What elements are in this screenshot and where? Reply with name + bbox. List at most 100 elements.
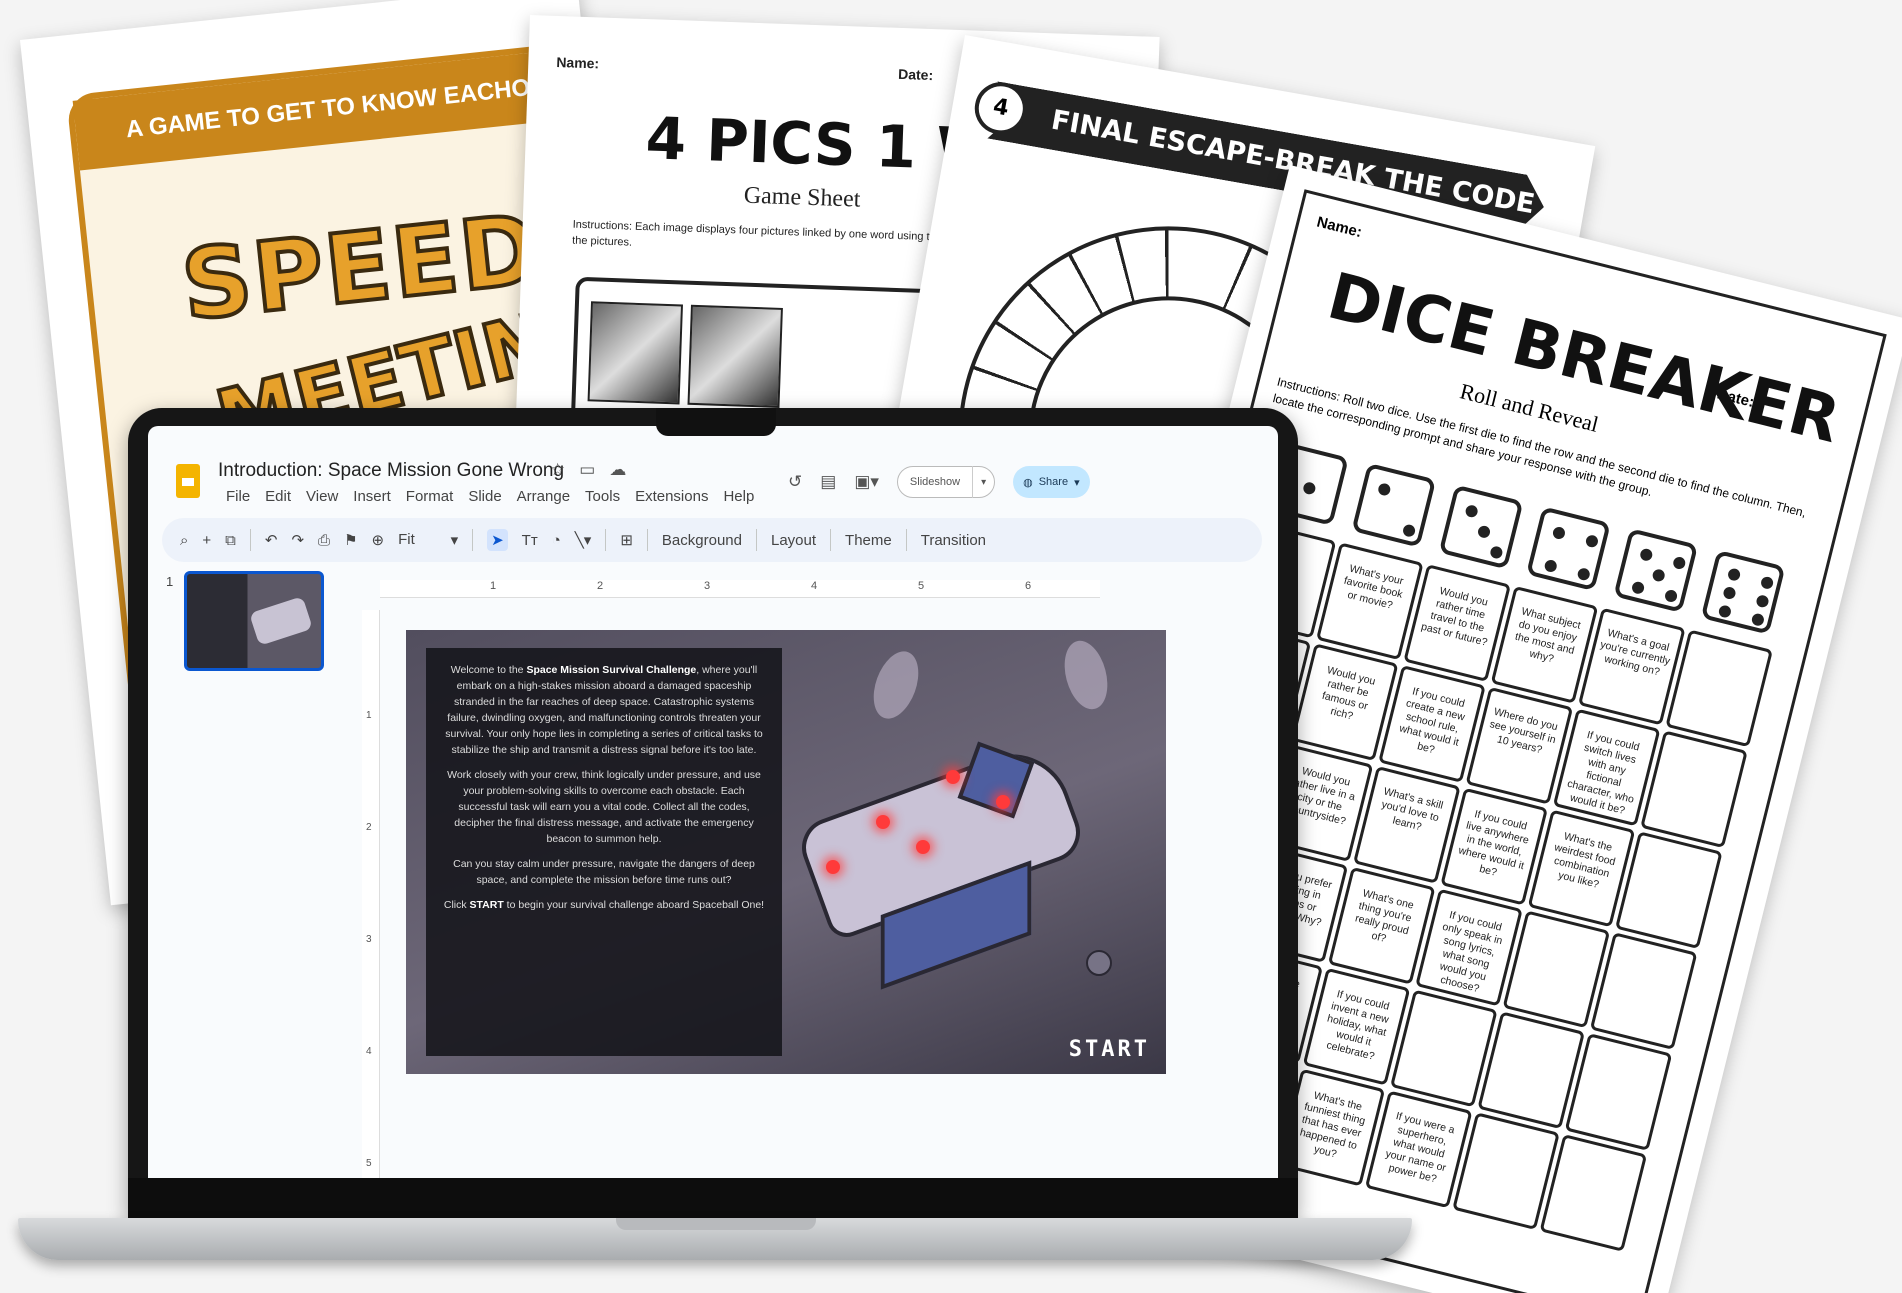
zoom-value: Fit xyxy=(398,531,415,548)
slideshow-label: Slideshow xyxy=(898,466,974,498)
share-label: Share xyxy=(1038,476,1069,488)
slide[interactable]: Welcome to the Space Mission Survival Ch… xyxy=(406,630,1166,1074)
text-box-icon[interactable]: Tт xyxy=(522,532,538,549)
die-pip xyxy=(1401,523,1417,538)
history-icon[interactable]: ↺ xyxy=(788,472,802,492)
die-pip xyxy=(1750,612,1766,627)
horizontal-ruler[interactable]: 1 2 3 4 5 6 xyxy=(380,580,1100,598)
thumbnail-number: 1 xyxy=(166,574,174,589)
redo-icon[interactable]: ↷ xyxy=(291,531,304,549)
transition-button[interactable]: Transition xyxy=(921,532,986,549)
zoom-select[interactable]: Fit ▾ xyxy=(398,531,458,549)
toolbar-divider xyxy=(755,529,757,551)
slideshow-button[interactable]: Slideshow ▾ xyxy=(896,466,996,498)
new-slide-layout-icon[interactable]: ⧉ xyxy=(225,532,236,549)
ruler-tick-label: 4 xyxy=(811,580,818,592)
menu-view[interactable]: View xyxy=(306,488,338,505)
ruler-tick-label: 1 xyxy=(366,710,372,721)
menu-extensions[interactable]: Extensions xyxy=(635,488,708,505)
background-button[interactable]: Background xyxy=(662,532,742,549)
warning-light xyxy=(916,840,930,854)
die-pip xyxy=(1584,533,1600,549)
ruler-tick-label: 6 xyxy=(1025,580,1032,592)
comments-icon[interactable]: ▤ xyxy=(820,472,836,492)
ruler-tick-label: 1 xyxy=(490,580,497,592)
undo-icon[interactable]: ↶ xyxy=(265,531,278,549)
ruler-tick-label: 2 xyxy=(597,580,604,592)
pics-photo xyxy=(587,301,683,405)
menu-file[interactable]: File xyxy=(226,488,250,505)
select-cursor-icon[interactable]: ➤ xyxy=(487,529,508,551)
share-button[interactable]: ◍ Share ▾ xyxy=(1013,466,1090,498)
move-folder-icon[interactable]: ▭ xyxy=(579,460,595,480)
laptop: Introduction: Space Mission Gone Wrong ☆… xyxy=(128,408,1298,1218)
die-pip xyxy=(1302,481,1317,496)
search-icon[interactable]: ⌕ xyxy=(180,532,188,549)
p1-text: , where you'll embark on a high-stakes m… xyxy=(445,664,763,756)
ruler-tick-label: 5 xyxy=(918,580,925,592)
globe-icon: ◍ xyxy=(1023,476,1033,489)
menu-help[interactable]: Help xyxy=(723,488,754,505)
vertical-ruler[interactable]: 1 2 3 4 5 xyxy=(362,610,380,1178)
speed-meeting-band: A GAME TO GET TO KNOW EACHOTHE xyxy=(72,47,586,171)
start-button[interactable]: START xyxy=(1069,1037,1150,1062)
toolbar-divider xyxy=(905,529,907,551)
warning-light xyxy=(826,860,840,874)
print-icon[interactable]: ⎙ xyxy=(318,532,330,549)
theme-button[interactable]: Theme xyxy=(845,532,892,549)
comment-add-icon[interactable]: ⊞ xyxy=(620,531,633,549)
stage: A GAME TO GET TO KNOW EACHOTHE SPEED MEE… xyxy=(0,0,1902,1293)
toolbar-divider xyxy=(249,529,251,551)
camera-notch xyxy=(656,408,776,436)
die-pip xyxy=(1551,525,1567,541)
shape-icon[interactable]: ◔ xyxy=(552,532,561,549)
menu-tools[interactable]: Tools xyxy=(585,488,620,505)
doc-title[interactable]: Introduction: Space Mission Gone Wrong xyxy=(218,460,564,482)
chevron-down-icon[interactable]: ▾ xyxy=(973,477,994,488)
pics-photo xyxy=(687,304,783,408)
toolbar: ⌕ + ⧉ ↶ ↷ ⎙ ⚑ ⊕ Fit ▾ ➤ Tт ◔ ╲▾ ⊞ Backgro… xyxy=(162,518,1262,562)
die-pip xyxy=(1672,555,1687,571)
p1-text: Welcome to the xyxy=(450,664,527,676)
chevron-down-icon[interactable]: ▾ xyxy=(1074,476,1080,489)
warning-light xyxy=(876,815,890,829)
smoke-plume xyxy=(1057,636,1115,714)
ruler-tick-label: 4 xyxy=(366,1046,372,1057)
slide-canvas: 123456 12345 Welcome to the Space Missio… xyxy=(348,566,1278,1178)
zoom-icon[interactable]: ⊕ xyxy=(372,531,385,549)
menu-edit[interactable]: Edit xyxy=(265,488,291,505)
new-slide-icon[interactable]: + xyxy=(202,532,211,549)
die-pip xyxy=(1630,580,1646,596)
die-pip xyxy=(1639,547,1654,563)
die-pip xyxy=(1476,524,1492,540)
laptop-screen: Introduction: Space Mission Gone Wrong ☆… xyxy=(148,426,1278,1178)
menu-insert[interactable]: Insert xyxy=(353,488,391,505)
die-pip xyxy=(1651,568,1666,583)
die-pip xyxy=(1464,503,1479,519)
menu-arrange[interactable]: Arrange xyxy=(517,488,570,505)
menu-format[interactable]: Format xyxy=(406,488,454,505)
intro-text-panel: Welcome to the Space Mission Survival Ch… xyxy=(426,648,782,1056)
meet-icon[interactable]: ▣▾ xyxy=(854,472,879,492)
slides-logo-icon[interactable] xyxy=(176,464,200,498)
cloud-status-icon[interactable]: ☁ xyxy=(609,460,626,480)
planet xyxy=(1086,950,1112,976)
pics-subtitle: Game Sheet xyxy=(743,182,861,213)
layout-button[interactable]: Layout xyxy=(771,532,816,549)
menu-slide[interactable]: Slide xyxy=(468,488,501,505)
paint-format-icon[interactable]: ⚑ xyxy=(344,531,357,549)
toolbar-divider xyxy=(472,529,474,551)
die-pip xyxy=(1759,575,1775,591)
thumbnail-ship xyxy=(249,596,313,646)
intro-paragraph-1: Welcome to the Space Mission Survival Ch… xyxy=(438,662,770,758)
ruler-tick-label: 3 xyxy=(366,934,372,945)
chevron-down-icon: ▾ xyxy=(450,532,459,549)
star-icon[interactable]: ☆ xyxy=(550,460,565,480)
warning-light xyxy=(946,770,960,784)
die-pip xyxy=(1722,585,1737,601)
slide-thumbnail[interactable] xyxy=(184,571,324,671)
die-pip xyxy=(1726,567,1742,582)
ruler-tick-label: 2 xyxy=(366,822,372,833)
die-pip xyxy=(1543,558,1559,574)
line-icon[interactable]: ╲▾ xyxy=(575,531,592,549)
